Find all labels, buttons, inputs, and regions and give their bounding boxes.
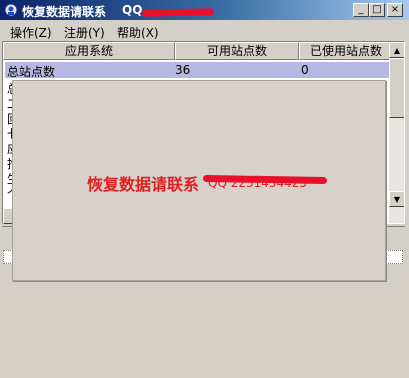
column-header-used[interactable]: 已使用站点数 bbox=[299, 42, 393, 60]
redaction-mark bbox=[141, 8, 215, 17]
scroll-down-arrow-icon[interactable]: ▼ bbox=[389, 191, 404, 207]
column-header-available[interactable]: 可用站点数 bbox=[175, 42, 299, 60]
title-bar[interactable]: 恢复数据请联系 QQ _ □ × bbox=[0, 0, 409, 20]
minimize-button[interactable]: _ bbox=[353, 3, 369, 17]
scroll-up-arrow-icon[interactable]: ▲ bbox=[389, 42, 404, 58]
table-row-selected[interactable] bbox=[5, 62, 389, 78]
splash-title: 恢复数据请联系 bbox=[87, 175, 200, 194]
window-title-qq: QQ bbox=[122, 3, 143, 17]
window-title: 恢复数据请联系 bbox=[22, 5, 107, 19]
menu-help[interactable]: 帮助(X) bbox=[117, 24, 159, 41]
menu-register[interactable]: 注册(Y) bbox=[64, 24, 105, 41]
maximize-button[interactable]: □ bbox=[369, 3, 385, 17]
close-button[interactable]: × bbox=[387, 3, 403, 17]
app-icon bbox=[4, 3, 18, 17]
cell-name: 总站点数 bbox=[7, 65, 56, 79]
scroll-thumb[interactable] bbox=[389, 58, 404, 118]
splash-dialog[interactable]: 恢复数据请联系 QQ 2251434425 bbox=[12, 80, 386, 281]
menu-bar: 操作(Z) 注册(Y) 帮助(X) bbox=[0, 21, 409, 41]
vertical-scrollbar[interactable]: ▲ ▼ bbox=[389, 42, 404, 223]
column-header-app[interactable]: 应用系统 bbox=[3, 42, 175, 60]
menu-operate[interactable]: 操作(Z) bbox=[10, 24, 52, 41]
cell-available: 36 bbox=[175, 63, 191, 77]
main-window: 恢复数据请联系 QQ _ □ × 操作(Z) 注册(Y) 帮助(X) 应用系统 … bbox=[0, 0, 409, 378]
cell-used: 0 bbox=[301, 63, 309, 77]
